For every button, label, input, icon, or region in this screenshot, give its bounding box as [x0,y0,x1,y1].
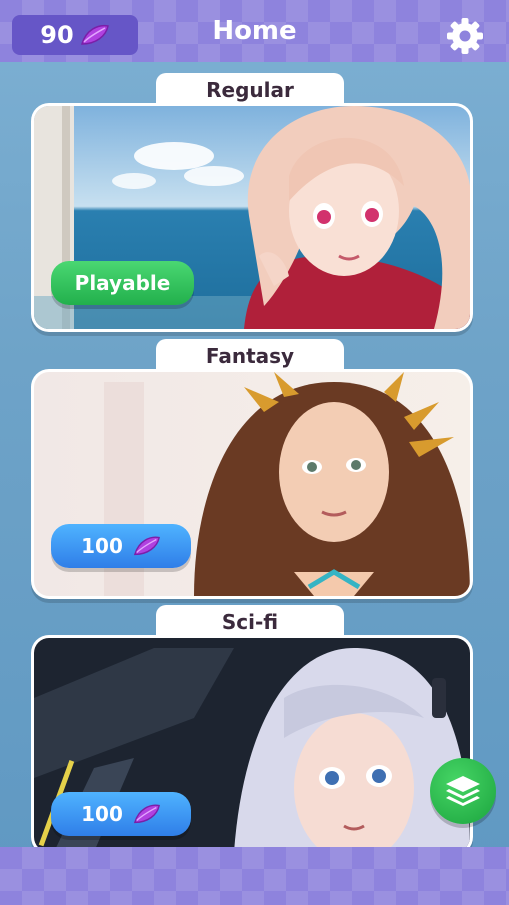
purple-petal-icon [133,536,160,556]
category-tab-scifi: Sci-fi [156,605,344,639]
category-card-regular[interactable]: Playable [31,103,473,332]
layers-icon [446,776,480,806]
category-tab-regular: Regular [156,73,344,107]
gear-icon[interactable] [445,16,485,56]
purple-petal-icon [133,804,160,824]
unlock-fantasy-button[interactable]: 100 [51,524,191,568]
playable-button[interactable]: Playable [51,261,194,305]
playable-button-label: Playable [74,271,171,295]
top-bar: 90 Home [0,0,509,62]
category-tab-fantasy: Fantasy [156,339,344,373]
category-card-scifi[interactable]: 100 [31,635,473,855]
page-title: Home [212,16,297,46]
unlock-scifi-button[interactable]: 100 [51,792,191,836]
bottom-bar [0,847,509,905]
scifi-price: 100 [81,802,123,826]
layers-button[interactable] [430,758,496,824]
fantasy-price: 100 [81,534,123,558]
category-card-fantasy[interactable]: 100 [31,369,473,599]
